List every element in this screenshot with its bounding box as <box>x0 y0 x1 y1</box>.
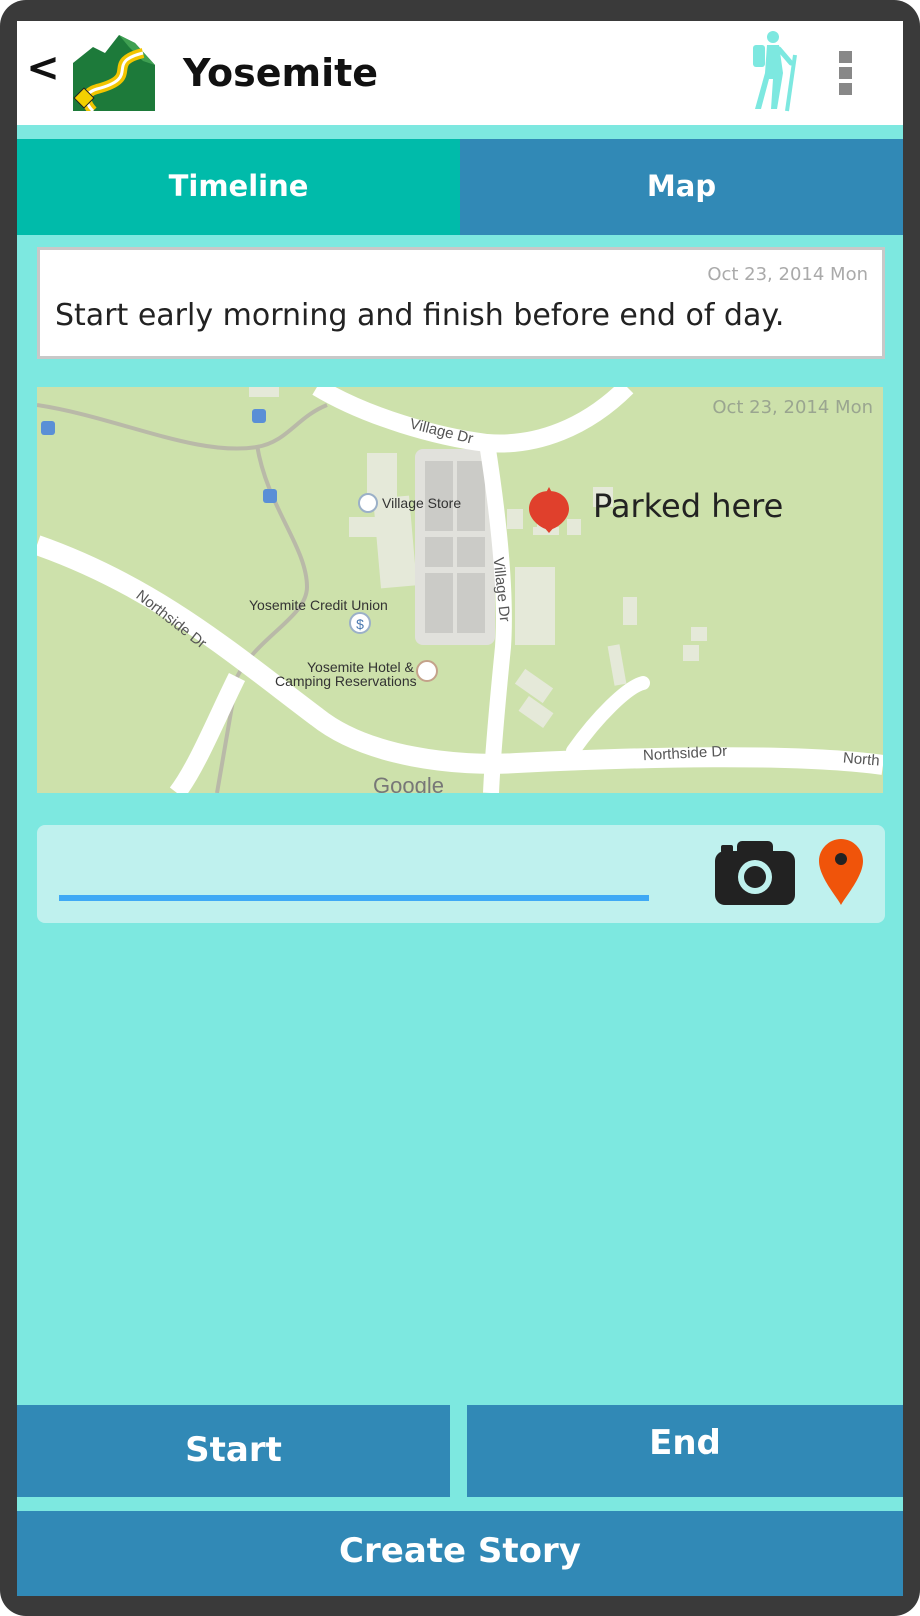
app-header: < Yosemite <box>17 21 903 125</box>
map-attribution: Google <box>373 773 444 793</box>
road-northside-right: North <box>842 749 881 770</box>
camera-icon[interactable] <box>715 839 795 905</box>
create-story-button[interactable]: Create Story <box>17 1511 903 1596</box>
svg-text:$: $ <box>356 616 364 632</box>
end-button[interactable]: End <box>467 1405 903 1497</box>
timeline-note-card[interactable]: Oct 23, 2014 Mon Start early morning and… <box>37 247 885 359</box>
hiker-icon[interactable] <box>747 29 807 113</box>
place-credit-union: Yosemite Credit Union <box>249 597 388 613</box>
back-button[interactable]: < <box>23 43 63 93</box>
start-button[interactable]: Start <box>17 1405 450 1497</box>
overflow-menu-icon[interactable] <box>834 51 856 103</box>
tab-map[interactable]: Map <box>460 139 903 235</box>
note-date: Oct 23, 2014 Mon <box>707 264 868 285</box>
page-title: Yosemite <box>183 51 379 95</box>
place-village-store: Village Store <box>382 495 462 511</box>
app-screen: < Yosemite Timeline Map Oct 23, 2014 Mon… <box>17 21 903 1596</box>
map-date: Oct 23, 2014 Mon <box>712 397 873 418</box>
timeline-map-card[interactable]: $ Oct 23, 2014 Mon Parked here Village S… <box>37 387 883 793</box>
note-text: Start early morning and finish before en… <box>55 298 785 333</box>
tab-timeline[interactable]: Timeline <box>17 139 460 235</box>
entry-text-input[interactable] <box>59 843 649 901</box>
tab-bar: Timeline Map <box>17 139 903 235</box>
map-image: $ <box>37 387 883 793</box>
composer-bar <box>37 825 885 923</box>
mountain-road-logo-icon <box>73 35 155 111</box>
device-frame: < Yosemite Timeline Map Oct 23, 2014 Mon… <box>0 0 920 1616</box>
location-pin-icon[interactable] <box>817 837 865 907</box>
place-hotel-line2: Camping Reservations <box>275 673 417 689</box>
map-pin-label: Parked here <box>593 487 784 525</box>
